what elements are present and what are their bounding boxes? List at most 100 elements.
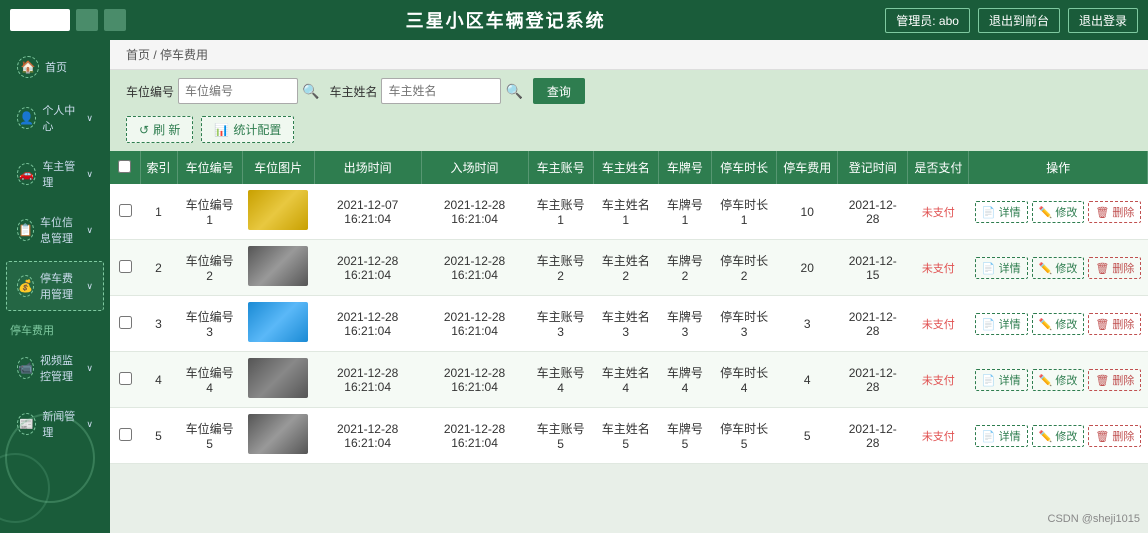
search-button[interactable]: 查询 [533, 78, 585, 104]
cell-reg-time: 2021-12-28 [838, 352, 908, 408]
chevron-down-icon2: ∨ [86, 169, 93, 180]
delete-button[interactable]: 🗑 删除 [1088, 201, 1141, 223]
car-thumbnail [248, 414, 308, 454]
detail-button[interactable]: 📄 详情 [975, 369, 1028, 391]
cell-entry-time: 2021-12-28 16:21:04 [421, 240, 528, 296]
edit-button[interactable]: ✏️ 修改 [1032, 257, 1085, 279]
action-buttons: 📄 详情 ✏️ 修改 🗑 删除 [975, 201, 1142, 223]
search-label-1: 车位编号 [126, 83, 174, 100]
row-checkbox-cell [110, 408, 140, 464]
car-thumbnail [248, 302, 308, 342]
table-area: 索引 车位编号 车位图片 出场时间 入场时间 车主账号 车主姓名 车牌号 停车时… [110, 151, 1148, 533]
cell-image [242, 352, 314, 408]
action-buttons: 📄 详情 ✏️ 修改 🗑 删除 [975, 257, 1142, 279]
cell-plate: 车牌号5 [658, 408, 711, 464]
th-reg-time: 登记时间 [838, 151, 908, 184]
search-input-parking-no[interactable] [178, 78, 298, 104]
cell-duration: 停车时长1 [712, 184, 777, 240]
cell-duration: 停车时长2 [712, 240, 777, 296]
cell-owner-name: 车主姓名2 [593, 240, 658, 296]
cell-exit-time: 2021-12-28 16:21:04 [314, 352, 421, 408]
stats-button[interactable]: 📊 统计配置 [201, 116, 294, 143]
cell-plate: 车牌号3 [658, 296, 711, 352]
delete-button[interactable]: 🗑 删除 [1088, 425, 1141, 447]
table-row: 2 车位编号2 2021-12-28 16:21:04 2021-12-28 1… [110, 240, 1148, 296]
cell-paid: 未支付 [908, 408, 969, 464]
chevron-down-icon6: ∨ [86, 419, 93, 430]
edit-button[interactable]: ✏️ 修改 [1032, 201, 1085, 223]
sidebar: 🏠 首页 👤 个人中心 ∨ 🚗 车主管理 ∨ 📋 车位信息管理 ∨ 💰 停车费用… [0, 40, 110, 533]
back-to-front-button[interactable]: 退出到前台 [978, 8, 1060, 33]
data-table: 索引 车位编号 车位图片 出场时间 入场时间 车主账号 车主姓名 车牌号 停车时… [110, 151, 1148, 464]
cell-exit-time: 2021-12-28 16:21:04 [314, 240, 421, 296]
cell-actions: 📄 详情 ✏️ 修改 🗑 删除 [969, 184, 1148, 240]
table-row: 4 车位编号4 2021-12-28 16:21:04 2021-12-28 1… [110, 352, 1148, 408]
cell-index: 3 [140, 296, 177, 352]
th-owner-account: 车主账号 [528, 151, 593, 184]
search-icon-btn-2[interactable]: 🔍 [505, 83, 522, 100]
sidebar-item-owner[interactable]: 🚗 车主管理 ∨ [6, 149, 104, 199]
cell-index: 2 [140, 240, 177, 296]
parking-icon: 📋 [17, 219, 34, 241]
car-thumbnail [248, 190, 308, 230]
toolbar: ↺ 刷 新 📊 统计配置 [110, 112, 1148, 151]
cell-parking-no: 车位编号4 [177, 352, 242, 408]
detail-button[interactable]: 📄 详情 [975, 425, 1028, 447]
th-entry-time: 入场时间 [421, 151, 528, 184]
cell-fee: 10 [777, 184, 838, 240]
search-input-owner-name[interactable] [381, 78, 501, 104]
sidebar-item-personal[interactable]: 👤 个人中心 ∨ [6, 93, 104, 143]
sidebar-item-parking-info[interactable]: 📋 车位信息管理 ∨ [6, 205, 104, 255]
th-index: 索引 [140, 151, 177, 184]
sidebar-item-monitor[interactable]: 📹 视频监控管理 ∨ [6, 343, 104, 393]
cell-owner-account: 车主账号3 [528, 296, 593, 352]
detail-button[interactable]: 📄 详情 [975, 257, 1028, 279]
th-checkbox [110, 151, 140, 184]
header-logo [10, 9, 70, 31]
detail-button[interactable]: 📄 详情 [975, 313, 1028, 335]
main-content: 首页 / 停车费用 车位编号 🔍 车主姓名 🔍 查询 ↺ 刷 新 [110, 40, 1148, 533]
stats-label: 统计配置 [233, 121, 281, 138]
car-icon: 🚗 [17, 163, 36, 185]
header-sq1 [76, 9, 98, 31]
cell-exit-time: 2021-12-28 16:21:04 [314, 296, 421, 352]
search-group-2: 车主姓名 🔍 [329, 78, 522, 104]
cell-owner-account: 车主账号5 [528, 408, 593, 464]
refresh-button[interactable]: ↺ 刷 新 [126, 116, 193, 143]
cell-duration: 停车时长5 [712, 408, 777, 464]
search-icon-btn-1[interactable]: 🔍 [302, 83, 319, 100]
car-thumbnail [248, 246, 308, 286]
edit-button[interactable]: ✏️ 修改 [1032, 425, 1085, 447]
sidebar-fee-label: 停车费用管理 [40, 270, 80, 302]
delete-button[interactable]: 🗑 删除 [1088, 313, 1141, 335]
delete-button[interactable]: 🗑 删除 [1088, 257, 1141, 279]
select-all-checkbox[interactable] [118, 160, 131, 173]
personal-icon: 👤 [17, 107, 36, 129]
sidebar-item-home[interactable]: 🏠 首页 [6, 47, 104, 87]
logout-button[interactable]: 退出登录 [1068, 8, 1138, 33]
th-exit-time: 出场时间 [314, 151, 421, 184]
row-checkbox[interactable] [119, 204, 132, 217]
delete-button[interactable]: 🗑 删除 [1088, 369, 1141, 391]
sidebar-item-parking-fee[interactable]: 💰 停车费用管理 ∨ [6, 261, 104, 311]
cell-image [242, 408, 314, 464]
row-checkbox[interactable] [119, 316, 132, 329]
row-checkbox[interactable] [119, 260, 132, 273]
detail-button[interactable]: 📄 详情 [975, 201, 1028, 223]
stats-icon: 📊 [214, 123, 229, 137]
row-checkbox[interactable] [119, 428, 132, 441]
cell-reg-time: 2021-12-28 [838, 296, 908, 352]
cell-index: 1 [140, 184, 177, 240]
cell-exit-time: 2021-12-28 16:21:04 [314, 408, 421, 464]
cell-owner-name: 车主姓名3 [593, 296, 658, 352]
user-label: 管理员: abo [885, 8, 970, 33]
home-icon: 🏠 [17, 56, 39, 78]
cell-plate: 车牌号1 [658, 184, 711, 240]
th-plate: 车牌号 [658, 151, 711, 184]
action-buttons: 📄 详情 ✏️ 修改 🗑 删除 [975, 313, 1142, 335]
edit-button[interactable]: ✏️ 修改 [1032, 313, 1085, 335]
sidebar-personal-label: 个人中心 [42, 102, 80, 134]
row-checkbox[interactable] [119, 372, 132, 385]
cell-paid: 未支付 [908, 352, 969, 408]
edit-button[interactable]: ✏️ 修改 [1032, 369, 1085, 391]
